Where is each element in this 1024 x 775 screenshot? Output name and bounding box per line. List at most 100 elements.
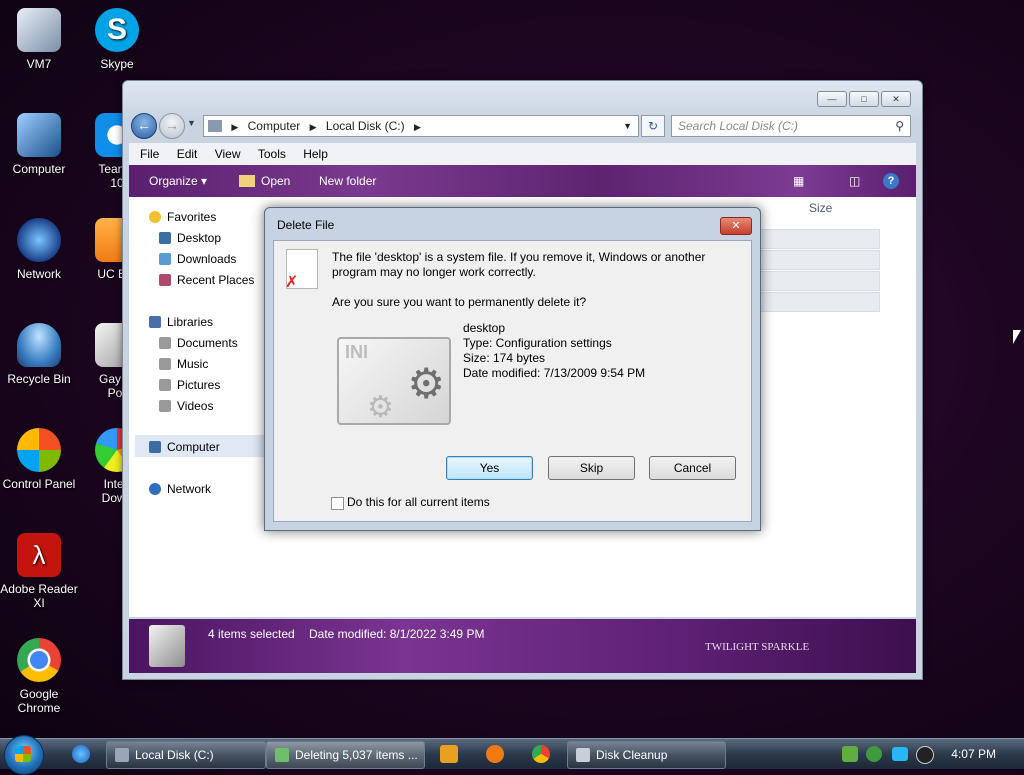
minimize-button[interactable]: — (817, 91, 847, 107)
apply-to-all-checkbox[interactable] (331, 497, 344, 510)
cancel-button[interactable]: Cancel (649, 456, 736, 480)
taskbar-button-label: Disk Cleanup (596, 748, 668, 762)
column-header-size[interactable]: Size (809, 201, 832, 215)
breadcrumb-computer[interactable]: Computer (248, 119, 301, 133)
desktop-icon-label: Computer (12, 162, 66, 176)
menu-file[interactable]: File (133, 143, 166, 165)
delete-x-icon: ✗ (285, 274, 299, 291)
nav-computer[interactable]: Computer (149, 437, 220, 457)
refresh-icon[interactable]: ↻ (641, 115, 665, 137)
desktop-icon-label: Control Panel (2, 477, 76, 491)
dialog-question: Are you sure you want to permanently del… (332, 295, 587, 309)
desktop-icon-label: Recycle Bin (7, 372, 71, 386)
nav-network[interactable]: Network (149, 479, 211, 499)
forward-button[interactable]: → (159, 113, 185, 139)
ini-icon-label: INI (345, 342, 369, 362)
back-button[interactable]: ← (131, 113, 157, 139)
menu-tools[interactable]: Tools (251, 143, 293, 165)
yes-button[interactable]: Yes (446, 456, 533, 480)
desktop-icon-recycle-bin[interactable]: Recycle Bin (0, 323, 78, 386)
skip-button[interactable]: Skip (548, 456, 635, 480)
vm7-icon (17, 8, 61, 52)
nav-videos[interactable]: Videos (159, 396, 213, 416)
drive-icon (208, 120, 222, 132)
disk-cleanup-icon (576, 748, 590, 762)
file-date-modified: Date modified: 7/13/2009 9:54 PM (463, 366, 646, 380)
help-icon[interactable]: ? (883, 173, 899, 189)
uc-browser-icon[interactable] (486, 745, 504, 763)
file-size: Size: 174 bytes (463, 351, 546, 365)
nav-label: Favorites (167, 210, 217, 224)
desktop-icon-adobe-reader[interactable]: λ Adobe Reader XI (0, 533, 78, 610)
recycle-bin-icon (17, 323, 61, 367)
menu-view[interactable]: View (208, 143, 248, 165)
command-bar: Organize ▾ Open New folder ▦ ◫ ? (129, 165, 916, 197)
dialog-close-button[interactable]: ✕ (720, 217, 752, 235)
preview-pane-icon[interactable]: ◫ (849, 165, 860, 197)
organize-button[interactable]: Organize ▾ (149, 165, 207, 197)
desktop-icon-skype[interactable]: S Skype (78, 8, 156, 71)
organize-label: Organize (149, 174, 198, 188)
taskbar-button-local-disk[interactable]: Local Disk (C:) (106, 741, 266, 769)
taskbar-button-deleting[interactable]: Deleting 5,037 items ... (266, 741, 425, 769)
desktop-icon-computer[interactable]: Computer (0, 113, 78, 176)
recent-pages-icon[interactable]: ▼ (187, 118, 196, 128)
network-icon (17, 218, 61, 262)
nav-pictures[interactable]: Pictures (159, 375, 220, 395)
delete-file-dialog[interactable]: Delete File ✕ ✗ The file 'desktop' is a … (264, 207, 761, 531)
media-player-icon[interactable] (440, 745, 458, 763)
menu-help[interactable]: Help (296, 143, 335, 165)
file-row[interactable] (759, 271, 880, 291)
nav-documents[interactable]: Documents (159, 333, 238, 353)
tray-security-icon[interactable] (866, 746, 882, 762)
close-button[interactable]: ✕ (881, 91, 911, 107)
start-button[interactable] (4, 735, 44, 775)
address-dropdown-icon[interactable]: ▼ (623, 116, 632, 136)
nav-recent-places[interactable]: Recent Places (159, 270, 254, 290)
nav-downloads[interactable]: Downloads (159, 249, 236, 269)
new-folder-button[interactable]: New folder (319, 165, 376, 197)
desktop-icon-control-panel[interactable]: Control Panel (0, 428, 78, 491)
nav-label: Pictures (177, 378, 221, 392)
windows-logo-icon (15, 746, 31, 762)
search-placeholder: Search Local Disk (C:) (678, 119, 799, 133)
breadcrumb-separator-icon: ▶ (309, 122, 317, 132)
desktop-icon (159, 232, 171, 244)
tray-network-icon[interactable] (842, 746, 858, 762)
nav-desktop[interactable]: Desktop (159, 228, 221, 248)
apply-to-all-label[interactable]: Do this for all current items (347, 495, 490, 510)
file-name: desktop (463, 321, 506, 335)
desktop-icon-label: VM7 (26, 57, 52, 71)
progress-icon (275, 748, 289, 762)
dialog-message-line2: program may no longer work correctly. (332, 265, 536, 279)
nav-favorites[interactable]: Favorites (149, 207, 216, 227)
taskbar-button-disk-cleanup[interactable]: Disk Cleanup (567, 741, 726, 769)
menu-edit[interactable]: Edit (170, 143, 205, 165)
chrome-icon[interactable] (532, 745, 550, 763)
dialog-body: ✗ The file 'desktop' is a system file. I… (273, 240, 752, 522)
open-button[interactable]: Open (239, 165, 290, 197)
breadcrumb-separator-icon: ▶ (231, 122, 239, 132)
tray-display-icon[interactable] (892, 747, 908, 761)
desktop-icon-vm7[interactable]: VM7 (0, 8, 78, 71)
nav-music[interactable]: Music (159, 354, 208, 374)
videos-icon (159, 400, 171, 412)
desktop-icon-chrome[interactable]: Google Chrome (0, 638, 78, 715)
desktop-icon-label: Google Chrome (17, 687, 61, 715)
maximize-button[interactable]: □ (849, 91, 879, 107)
file-row[interactable] (759, 229, 880, 249)
search-icon[interactable]: ⚲ (895, 116, 904, 136)
search-input[interactable]: Search Local Disk (C:) ⚲ (671, 115, 911, 137)
file-row[interactable] (759, 292, 880, 312)
file-row[interactable] (759, 250, 880, 270)
taskbar-clock[interactable]: 4:07 PM (951, 739, 996, 769)
computer-icon (149, 441, 161, 453)
internet-explorer-icon[interactable] (72, 745, 90, 763)
tray-volume-icon[interactable] (916, 746, 934, 764)
breadcrumb-local-disk[interactable]: Local Disk (C:) (326, 119, 405, 133)
desktop-icon-network[interactable]: Network (0, 218, 78, 281)
selection-count: 4 items selected (208, 627, 295, 641)
address-bar[interactable]: ▶ Computer ▶ Local Disk (C:) ▶ ▼ (203, 115, 639, 137)
nav-libraries[interactable]: Libraries (149, 312, 213, 332)
change-view-icon[interactable]: ▦ (793, 165, 804, 197)
